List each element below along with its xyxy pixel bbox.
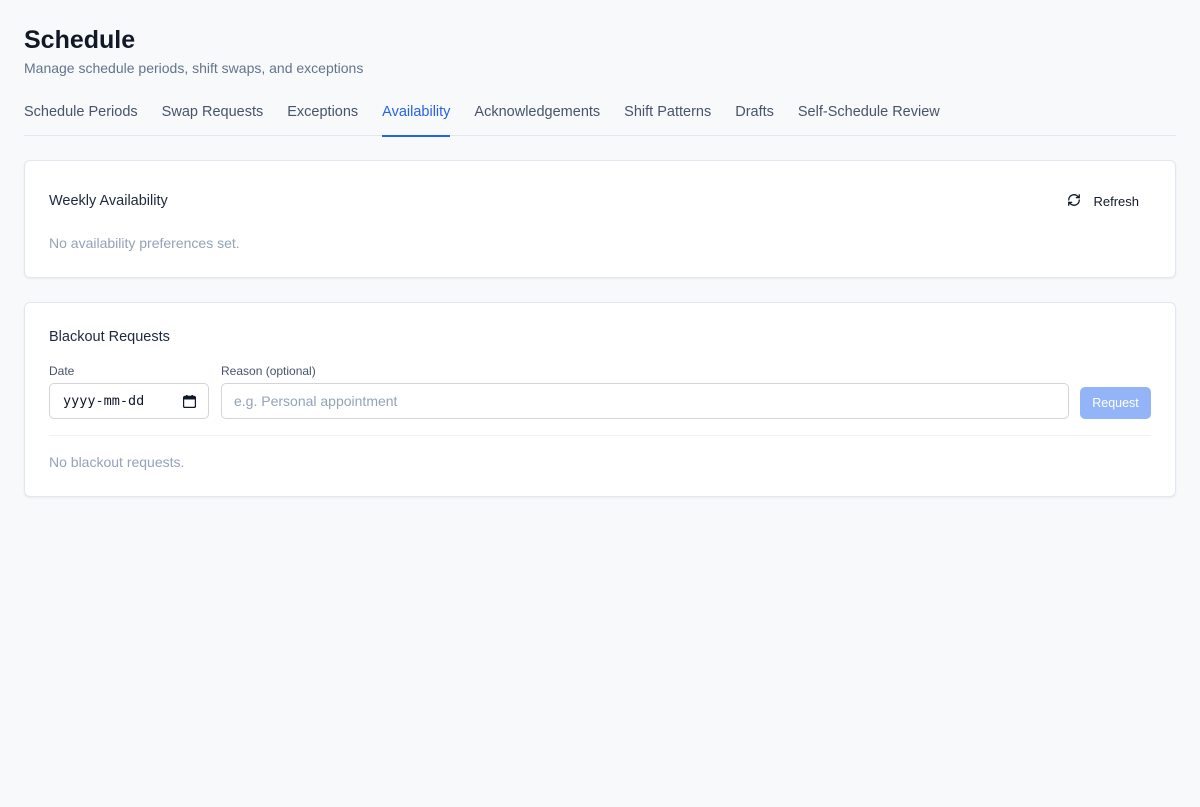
date-input[interactable]: yyyy-mm-dd — [49, 383, 209, 419]
tab-availability[interactable]: Availability — [382, 100, 451, 137]
page-subtitle: Manage schedule periods, shift swaps, an… — [24, 60, 364, 76]
calendar-icon[interactable] — [182, 394, 196, 408]
reason-label: Reason (optional) — [221, 364, 316, 378]
tab-drafts[interactable]: Drafts — [735, 100, 774, 136]
page-title: Schedule — [24, 26, 136, 54]
tab-acknowledgements[interactable]: Acknowledgements — [474, 100, 600, 136]
weekly-availability-card: Weekly Availability Refresh No availabil… — [24, 160, 1176, 278]
availability-empty-state: No availability preferences set. — [49, 235, 240, 251]
tab-shift-patterns[interactable]: Shift Patterns — [624, 100, 711, 136]
blackout-requests-card: Blackout Requests Date yyyy-mm-dd Reason… — [24, 302, 1176, 497]
blackout-requests-title: Blackout Requests — [49, 329, 170, 345]
refresh-button[interactable]: Refresh — [1055, 189, 1151, 213]
tab-swap-requests[interactable]: Swap Requests — [162, 100, 264, 136]
blackout-empty-state: No blackout requests. — [49, 454, 185, 470]
tab-self-schedule-review[interactable]: Self-Schedule Review — [798, 100, 940, 136]
request-button[interactable]: Request — [1080, 387, 1151, 419]
date-label: Date — [49, 364, 75, 378]
tab-schedule-periods[interactable]: Schedule Periods — [24, 100, 138, 136]
weekly-availability-title: Weekly Availability — [49, 193, 168, 209]
refresh-label: Refresh — [1093, 193, 1139, 209]
tab-bar: Schedule Periods Swap Requests Exception… — [24, 100, 1176, 137]
reason-input[interactable] — [221, 383, 1069, 419]
divider — [49, 435, 1151, 436]
refresh-icon — [1067, 193, 1081, 210]
date-placeholder: yyyy-mm-dd — [63, 393, 145, 409]
tab-exceptions[interactable]: Exceptions — [287, 100, 358, 136]
